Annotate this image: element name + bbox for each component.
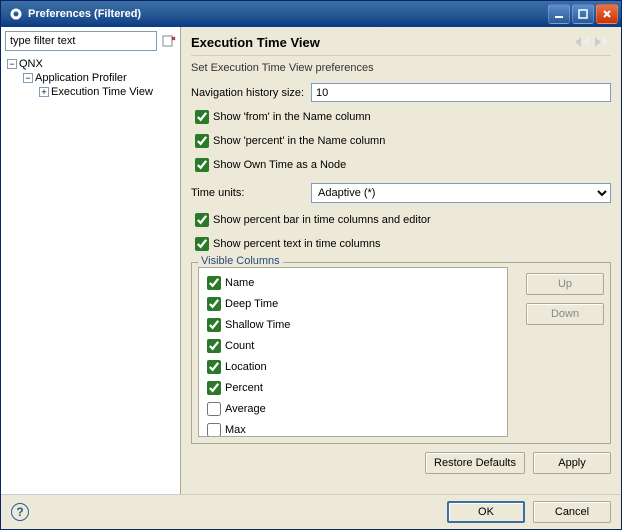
cb-percent-bar[interactable]: [195, 213, 209, 227]
cb-label: Show 'percent' in the Name column: [213, 135, 385, 147]
titlebar: Preferences (Filtered): [1, 1, 621, 27]
cb-show-own-time[interactable]: [195, 158, 209, 172]
window-title: Preferences (Filtered): [28, 8, 548, 20]
column-checkbox[interactable]: [207, 360, 221, 374]
column-checkbox[interactable]: [207, 423, 221, 437]
right-pane: Execution Time View Set Execution Time V…: [181, 27, 621, 494]
tree-node-exec-time[interactable]: + Execution Time View: [7, 85, 174, 99]
tree-node-profiler[interactable]: − Application Profiler: [7, 71, 174, 85]
restore-defaults-button[interactable]: Restore Defaults: [425, 452, 525, 474]
page-description: Set Execution Time View preferences: [191, 62, 611, 74]
clear-filter-icon[interactable]: [161, 33, 176, 49]
column-checkbox[interactable]: [207, 402, 221, 416]
column-label: Location: [225, 361, 267, 373]
time-units-label: Time units:: [191, 187, 311, 199]
minimize-button[interactable]: [548, 4, 570, 24]
column-checkbox[interactable]: [207, 339, 221, 353]
cb-label: Show Own Time as a Node: [213, 159, 346, 171]
column-label: Deep Time: [225, 298, 278, 310]
collapse-icon[interactable]: −: [23, 73, 33, 83]
visible-columns-group: Visible Columns NameDeep TimeShallow Tim…: [191, 262, 611, 444]
cb-show-percent-name[interactable]: [195, 134, 209, 148]
collapse-icon[interactable]: −: [7, 59, 17, 69]
tree-label: Execution Time View: [51, 86, 153, 98]
tree-node-qnx[interactable]: − QNX: [7, 57, 174, 71]
left-pane: − QNX − Application Profiler + Execution…: [1, 27, 181, 494]
tree-label: Application Profiler: [35, 72, 127, 84]
column-checkbox[interactable]: [207, 297, 221, 311]
cb-label: Show percent bar in time columns and edi…: [213, 214, 431, 226]
down-button[interactable]: Down: [526, 303, 604, 325]
column-item[interactable]: Count: [203, 336, 503, 356]
filter-input[interactable]: [5, 31, 157, 51]
column-label: Percent: [225, 382, 263, 394]
cb-percent-text[interactable]: [195, 237, 209, 251]
cb-show-from[interactable]: [195, 110, 209, 124]
apply-button[interactable]: Apply: [533, 452, 611, 474]
column-item[interactable]: Location: [203, 357, 503, 377]
time-units-select[interactable]: Adaptive (*): [311, 183, 611, 203]
cb-label: Show percent text in time columns: [213, 238, 381, 250]
footer: ? OK Cancel: [1, 495, 621, 529]
column-item[interactable]: Deep Time: [203, 294, 503, 314]
column-checkbox[interactable]: [207, 276, 221, 290]
forward-icon[interactable]: [593, 33, 611, 51]
window-buttons: [548, 4, 618, 24]
maximize-button[interactable]: [572, 4, 594, 24]
column-item[interactable]: Average: [203, 399, 503, 419]
column-item[interactable]: Name: [203, 273, 503, 293]
expand-icon[interactable]: +: [39, 87, 49, 97]
tree-label: QNX: [19, 58, 43, 70]
nav-history-input[interactable]: [311, 83, 611, 102]
close-button[interactable]: [596, 4, 618, 24]
column-checkbox[interactable]: [207, 381, 221, 395]
column-item[interactable]: Percent: [203, 378, 503, 398]
ok-button[interactable]: OK: [447, 501, 525, 523]
back-icon[interactable]: [573, 33, 591, 51]
app-icon: [8, 6, 24, 22]
column-item[interactable]: Shallow Time: [203, 315, 503, 335]
up-button[interactable]: Up: [526, 273, 604, 295]
nav-tree: − QNX − Application Profiler + Execution…: [5, 55, 176, 101]
column-label: Count: [225, 340, 254, 352]
column-item[interactable]: Max: [203, 420, 503, 437]
preferences-window: Preferences (Filtered) − QNX: [0, 0, 622, 530]
help-icon[interactable]: ?: [11, 503, 29, 521]
nav-history-label: Navigation history size:: [191, 87, 311, 99]
column-label: Average: [225, 403, 266, 415]
cancel-button[interactable]: Cancel: [533, 501, 611, 523]
page-title: Execution Time View: [191, 35, 571, 50]
column-label: Shallow Time: [225, 319, 290, 331]
column-label: Name: [225, 277, 254, 289]
visible-columns-legend: Visible Columns: [198, 255, 283, 267]
column-checkbox[interactable]: [207, 318, 221, 332]
cb-label: Show 'from' in the Name column: [213, 111, 371, 123]
columns-list[interactable]: Name Deep Time Shallow Time Count Location Pe…: [198, 267, 508, 437]
column-label: Max: [225, 424, 246, 436]
